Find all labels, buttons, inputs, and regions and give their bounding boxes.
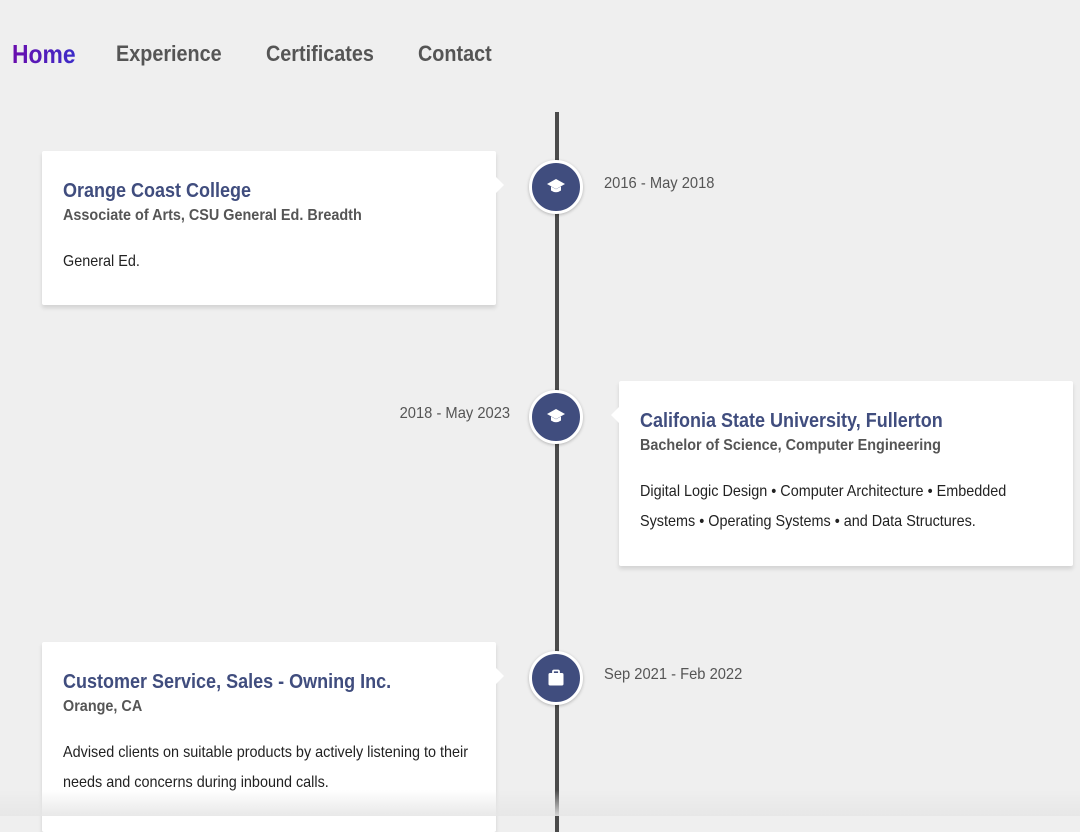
timeline-card-subtitle: Associate of Arts, CSU General Ed. Bread… bbox=[63, 207, 362, 224]
nav-home-link[interactable]: Home bbox=[12, 39, 76, 70]
timeline-card-title: Califonia State University, Fullerton bbox=[640, 410, 943, 432]
nav-certificates-link[interactable]: Certificates bbox=[266, 41, 374, 67]
timeline-card-description: General Ed. bbox=[63, 253, 140, 270]
timeline-node-1 bbox=[529, 160, 583, 214]
graduation-cap-icon bbox=[546, 408, 566, 426]
briefcase-icon bbox=[547, 669, 565, 687]
timeline-node-2 bbox=[529, 390, 583, 444]
nav-experience-link[interactable]: Experience bbox=[116, 41, 222, 67]
timeline-card-education-1: Orange Coast College Associate of Arts, … bbox=[42, 151, 504, 305]
timeline-line bbox=[555, 112, 559, 832]
timeline-card-title: Customer Service, Sales - Owning Inc. bbox=[63, 671, 392, 693]
graduation-cap-icon bbox=[546, 178, 566, 196]
timeline-card-title: Orange Coast College bbox=[63, 180, 252, 202]
timeline-card-experience-1: Customer Service, Sales - Owning Inc. Or… bbox=[42, 642, 504, 832]
timeline-date: 2016 - May 2018 bbox=[604, 175, 715, 192]
main-nav: Home Experience Certificates Contact bbox=[12, 36, 531, 72]
timeline-card-description: Digital Logic Design • Computer Architec… bbox=[640, 483, 1007, 530]
timeline-date: 2018 - May 2023 bbox=[399, 405, 510, 422]
timeline-card-subtitle: Bachelor of Science, Computer Engineerin… bbox=[640, 437, 941, 454]
timeline-node-3 bbox=[529, 651, 583, 705]
timeline-card-subtitle: Orange, CA bbox=[63, 698, 143, 715]
nav-contact-link[interactable]: Contact bbox=[418, 41, 492, 67]
timeline-card-description: Advised clients on suitable products by … bbox=[63, 744, 469, 791]
timeline-card-education-2: Califonia State University, Fullerton Ba… bbox=[611, 381, 1073, 566]
timeline-date: Sep 2021 - Feb 2022 bbox=[604, 666, 743, 683]
